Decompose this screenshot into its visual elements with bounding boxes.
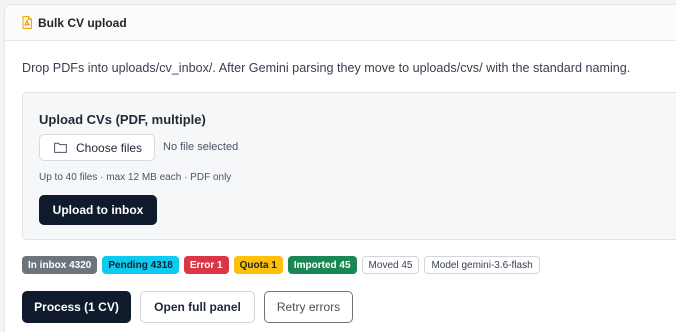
card-header: Bulk CV upload <box>5 5 676 41</box>
bulk-cv-upload-card: Bulk CV upload Drop PDFs into uploads/cv… <box>4 4 676 332</box>
choose-files-button[interactable]: Choose files <box>39 134 155 161</box>
action-buttons: Process (1 CV) Open full panel Retry err… <box>22 291 353 323</box>
status-badges: In inbox 4320 Pending 4318 Error 1 Quota… <box>22 256 540 274</box>
upload-to-inbox-button[interactable]: Upload to inbox <box>39 195 157 225</box>
imported-count-badge: Imported 45 <box>287 256 357 274</box>
pdf-file-icon <box>22 16 32 29</box>
pending-count-badge: Pending 4318 <box>102 256 179 274</box>
retry-errors-button[interactable]: Retry errors <box>264 291 353 323</box>
upload-label: Upload CVs (PDF, multiple) <box>39 112 206 127</box>
upload-panel: Upload CVs (PDF, multiple) Choose files … <box>22 92 676 240</box>
no-file-selected-text: No file selected <box>163 141 239 153</box>
choose-files-label: Choose files <box>76 140 143 155</box>
upload-hint: Up to 40 files · max 12 MB each · PDF on… <box>39 172 232 183</box>
quota-count-badge: Quota 1 <box>233 256 283 274</box>
open-full-panel-button[interactable]: Open full panel <box>140 291 255 323</box>
moved-count-badge: Moved 45 <box>361 256 420 274</box>
error-count-badge: Error 1 <box>183 256 229 274</box>
model-badge: Model gemini-3.6-flash <box>424 256 540 274</box>
card-title: Bulk CV upload <box>38 15 127 30</box>
process-button[interactable]: Process (1 CV) <box>22 291 131 323</box>
inbox-count-badge: In inbox 4320 <box>22 256 98 274</box>
folder-icon <box>54 142 67 153</box>
instructions-text: Drop PDFs into uploads/cv_inbox/. After … <box>22 61 631 75</box>
